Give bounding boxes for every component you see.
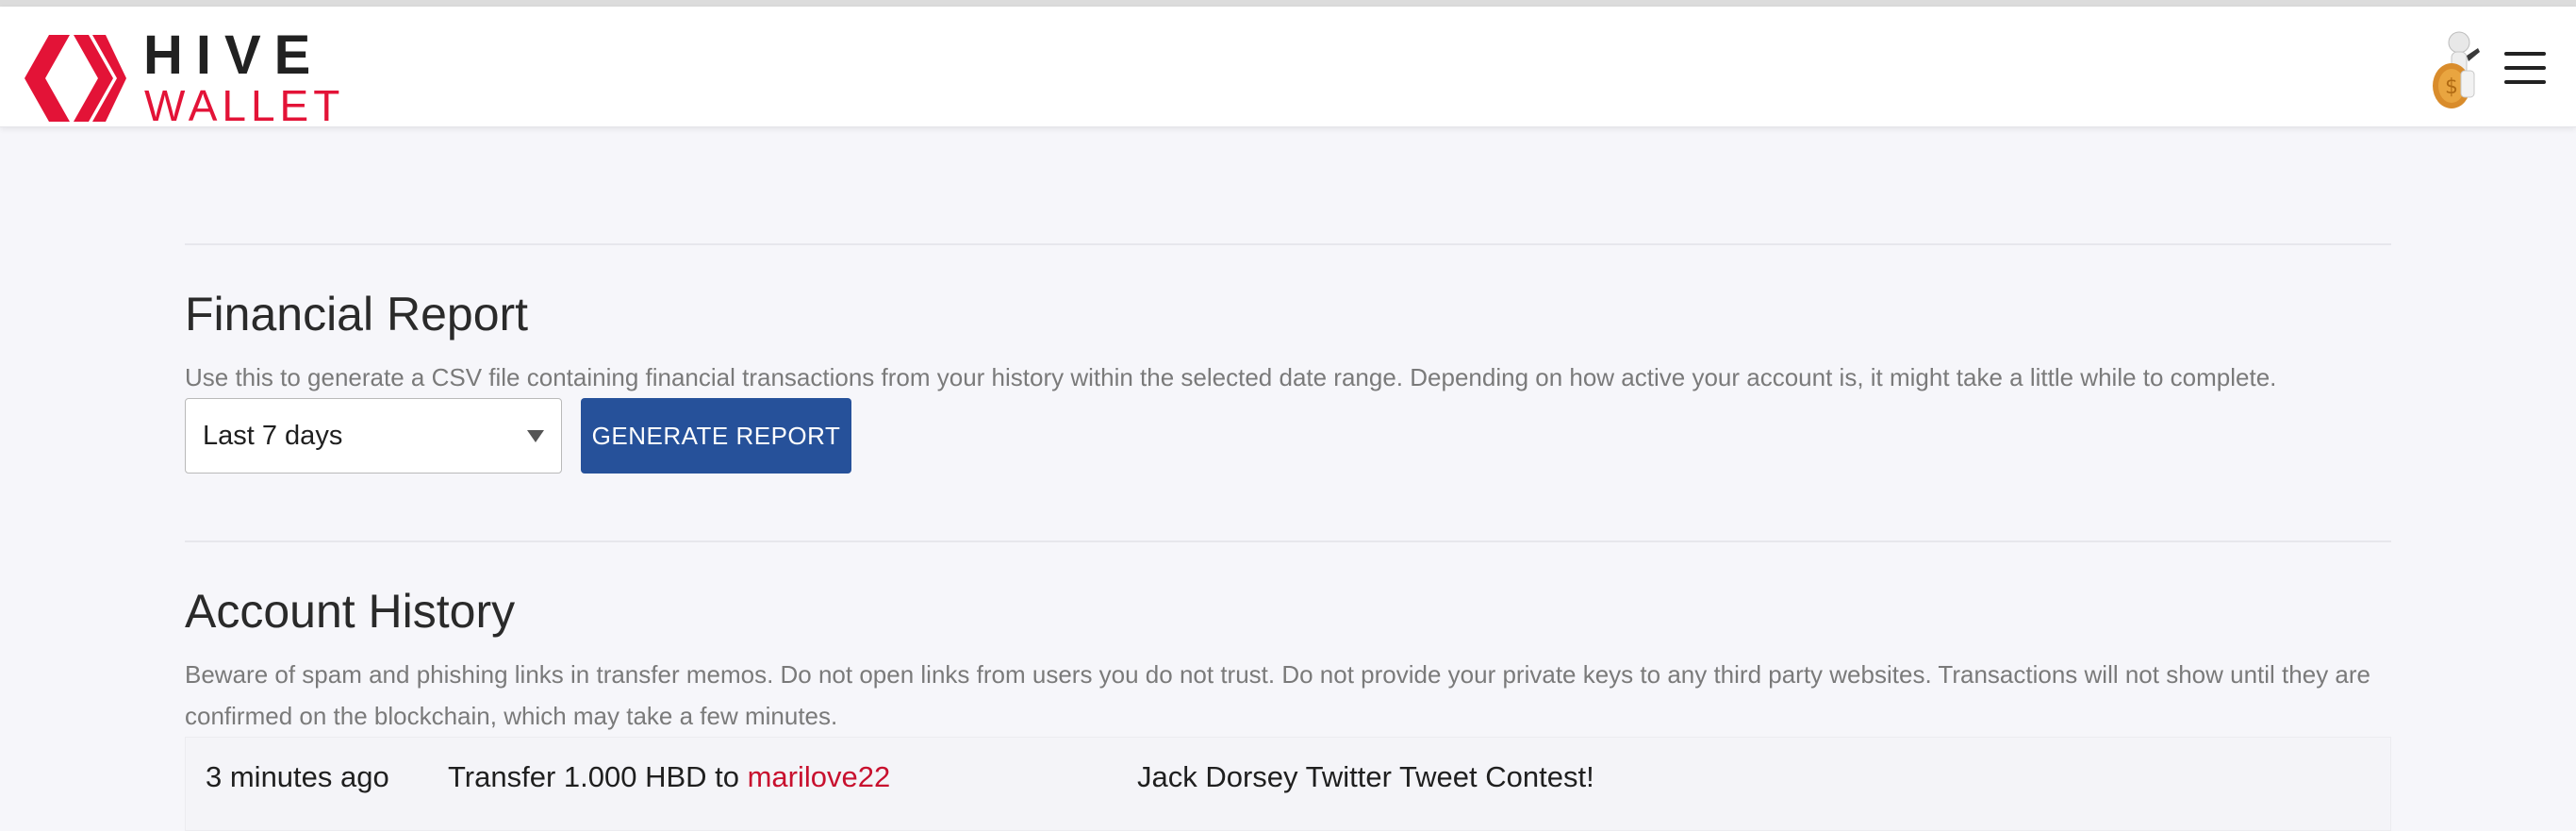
- svg-text:$: $: [2445, 75, 2458, 99]
- section-divider-middle: [185, 540, 2391, 542]
- date-range-value: Last 7 days: [203, 421, 343, 451]
- hive-wallet-logo[interactable]: HIVE WALLET: [25, 25, 339, 129]
- logo-text-hive: HIVE: [143, 25, 324, 86]
- row-memo: Jack Dorsey Twitter Tweet Contest!: [1137, 760, 1594, 793]
- account-history-title: Account History: [185, 585, 516, 638]
- financial-report-description: Use this to generate a CSV file containi…: [185, 363, 2277, 391]
- row-operation-text: Transfer 1.000 HBD to: [448, 760, 748, 793]
- table-row: 3 minutes ago Transfer 1.000 HBD to mari…: [185, 737, 2391, 831]
- row-operation: Transfer 1.000 HBD to marilove22: [448, 758, 890, 796]
- section-divider-top: [185, 243, 2391, 245]
- chevron-down-icon: [527, 430, 544, 442]
- hamburger-menu-icon[interactable]: [2504, 50, 2548, 86]
- generate-report-button[interactable]: GENERATE REPORT: [581, 398, 851, 474]
- browser-top-border: [0, 0, 2576, 7]
- top-navbar: HIVE WALLET $: [0, 7, 2576, 129]
- date-range-select[interactable]: Last 7 days: [185, 398, 562, 474]
- row-time: 3 minutes ago: [206, 760, 389, 793]
- account-history-description: Beware of spam and phishing links in tra…: [185, 660, 2370, 730]
- logo-text-wallet: WALLET: [144, 81, 345, 130]
- financial-report-title: Financial Report: [185, 288, 529, 341]
- user-avatar[interactable]: $: [2423, 27, 2491, 114]
- hive-logo-icon: [25, 35, 126, 122]
- recipient-user-link[interactable]: marilove22: [748, 760, 891, 793]
